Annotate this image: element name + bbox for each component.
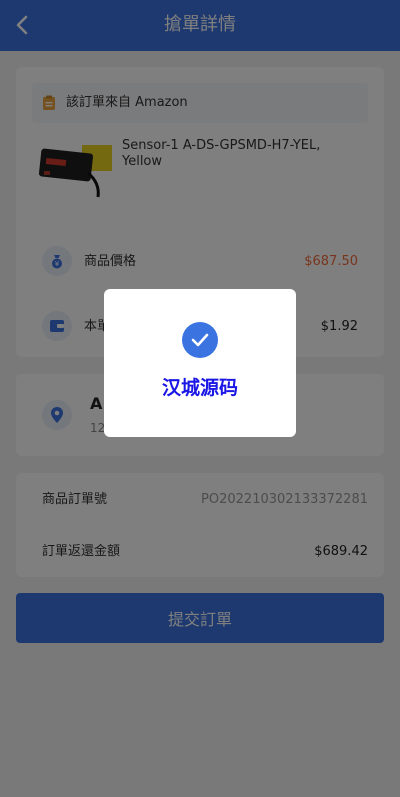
toast-message: 汉城源码 — [161, 377, 238, 399]
success-toast: 汉城源码 — [104, 289, 296, 437]
checkmark-icon — [182, 322, 218, 358]
